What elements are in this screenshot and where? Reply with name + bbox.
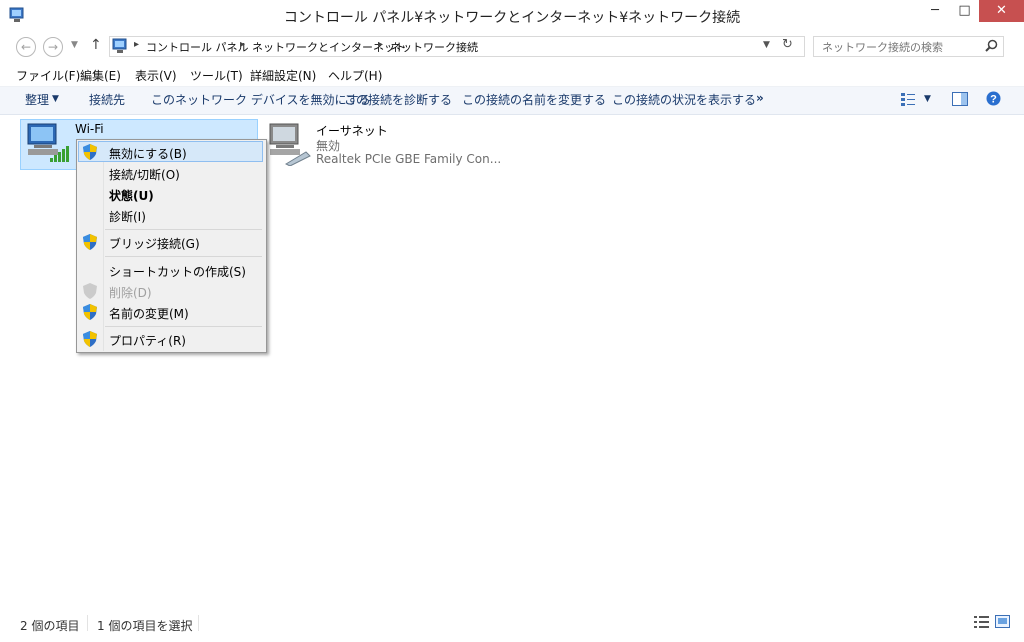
uac-shield-icon — [83, 234, 97, 250]
ethernet-adapter-icon — [269, 123, 311, 166]
chevron-right-icon: ▸ — [240, 39, 246, 50]
ctx-disable[interactable]: 無効にする(B) — [109, 145, 187, 162]
menu-advanced[interactable]: 詳細設定(N) — [250, 67, 316, 84]
context-menu-gutter — [103, 141, 104, 351]
ctx-delete: 削除(D) — [109, 286, 152, 300]
selected-count: 1 個の項目を選択 — [97, 619, 193, 633]
breadcrumb-network-connections[interactable]: ネットワーク接続 — [390, 39, 478, 55]
svg-text:?: ? — [990, 94, 997, 106]
uac-shield-disabled-icon — [83, 283, 97, 299]
details-view-icon[interactable] — [974, 616, 990, 628]
breadcrumb-control-panel[interactable]: コントロール パネル — [146, 39, 249, 55]
maximize-button[interactable]: □ — [950, 0, 979, 22]
refresh-icon[interactable]: ↻ — [782, 37, 793, 52]
change-view-icon[interactable] — [900, 92, 916, 106]
uac-shield-icon — [83, 304, 97, 320]
uac-shield-icon — [83, 144, 97, 160]
uac-shield-icon — [83, 331, 97, 347]
search-placeholder: ネットワーク接続の検索 — [822, 41, 943, 54]
menu-help[interactable]: ヘルプ(H) — [328, 67, 382, 84]
menu-separator — [105, 229, 262, 230]
diagnose-button[interactable]: この接続を診断する — [344, 91, 452, 108]
address-dropdown-icon[interactable]: ▼ — [763, 40, 770, 50]
wifi-adapter-icon — [27, 123, 69, 162]
forward-button[interactable]: → — [43, 37, 63, 57]
menu-view[interactable]: 表示(V) — [135, 67, 177, 84]
control-panel-icon — [112, 38, 127, 53]
preview-pane-icon[interactable] — [952, 92, 968, 106]
large-icons-view-icon[interactable] — [995, 615, 1010, 628]
status-separator — [198, 615, 199, 631]
menu-separator — [105, 326, 262, 327]
back-button[interactable]: ← — [16, 37, 36, 57]
view-dropdown-icon[interactable]: ▼ — [924, 94, 931, 104]
ctx-properties[interactable]: プロパティ(R) — [109, 332, 186, 349]
connect-to-button[interactable]: 接続先 — [89, 91, 125, 108]
menu-tools[interactable]: ツール(T) — [190, 67, 243, 84]
view-status-button[interactable]: この接続の状況を表示する — [612, 91, 756, 108]
menu-separator — [105, 256, 262, 257]
minimize-button[interactable]: ─ — [920, 0, 950, 22]
item-count: 2 個の項目 — [20, 619, 80, 633]
help-icon[interactable]: ? — [986, 91, 1001, 106]
organize-dropdown-icon[interactable]: ▼ — [52, 94, 59, 104]
search-icon[interactable] — [985, 39, 998, 52]
close-button[interactable]: ✕ — [979, 0, 1024, 22]
ethernet-device: Realtek PCIe GBE Family Con... — [316, 152, 502, 166]
ctx-create-shortcut[interactable]: ショートカットの作成(S) — [109, 263, 246, 280]
ctx-status[interactable]: 状態(U) — [109, 187, 154, 204]
chevron-right-icon: ▸ — [378, 39, 384, 50]
ctx-diagnose[interactable]: 診断(I) — [109, 208, 146, 225]
status-separator — [87, 615, 88, 631]
rename-button[interactable]: この接続の名前を変更する — [462, 91, 606, 108]
organize-button[interactable]: 整理 — [25, 91, 49, 108]
menu-edit[interactable]: 編集(E) — [80, 67, 121, 84]
chevron-right-icon: ▸ — [134, 39, 140, 50]
ctx-connect-disconnect[interactable]: 接続/切断(O) — [109, 166, 180, 183]
ctx-rename[interactable]: 名前の変更(M) — [109, 305, 189, 322]
recent-pages-chevron-icon[interactable]: ▼ — [71, 40, 78, 50]
window-title: コントロール パネル¥ネットワークとインターネット¥ネットワーク接続 — [283, 10, 741, 26]
menu-file[interactable]: ファイル(F) — [16, 67, 80, 84]
disable-device-button[interactable]: このネットワーク デバイスを無効にする — [151, 91, 371, 108]
more-commands-button[interactable]: » — [756, 91, 764, 105]
up-arrow-icon[interactable]: ↑ — [90, 37, 102, 53]
ctx-bridge[interactable]: ブリッジ接続(G) — [109, 235, 200, 252]
wifi-name: Wi-Fi — [75, 122, 104, 136]
